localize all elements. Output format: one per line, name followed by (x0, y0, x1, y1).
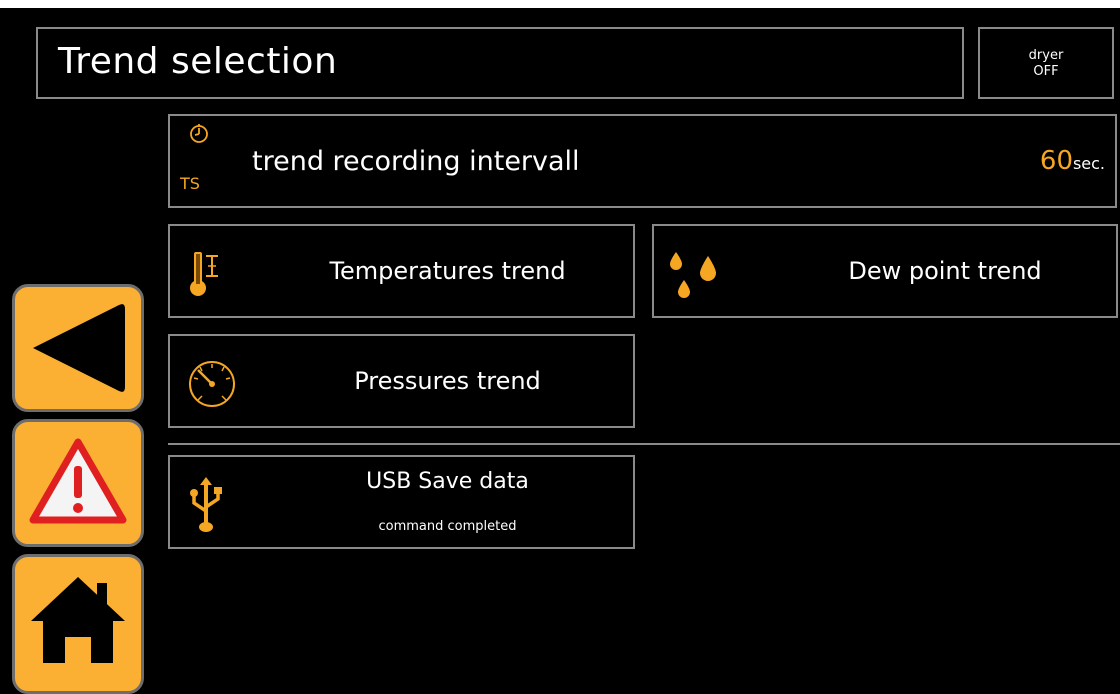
interval-unit: sec. (1072, 154, 1105, 173)
gauge-icon (189, 361, 235, 407)
pressures-trend-label: Pressures trend (354, 367, 541, 395)
interval-value[interactable]: 60 (1040, 146, 1073, 176)
page-title: Trend selection (58, 41, 338, 82)
ts-label: TS (180, 174, 200, 193)
usb-save-data-label: USB Save data (366, 469, 529, 494)
dew-point-trend-button[interactable]: Dew point trend (652, 224, 1118, 318)
dryer-status-label: dryer (1028, 48, 1064, 63)
usb-save-data-button[interactable]: USB Save data command completed (168, 455, 635, 549)
temperatures-trend-button[interactable]: Temperatures trend (168, 224, 635, 318)
home-icon (31, 577, 125, 663)
temperatures-trend-label: Temperatures trend (329, 257, 566, 285)
interval-label: trend recording intervall (252, 146, 580, 177)
thermometer-icon (190, 252, 218, 296)
alarm-button[interactable] (12, 419, 144, 547)
title-bar: Trend selection (36, 27, 964, 99)
water-drops-icon (670, 252, 716, 298)
warning-icon (29, 438, 127, 524)
home-button[interactable] (12, 554, 144, 694)
timer-icon (190, 124, 208, 143)
section-divider (168, 443, 1120, 445)
trend-interval-setting[interactable]: TS trend recording intervall 60 sec. (168, 114, 1117, 208)
usb-save-status: command completed (378, 519, 517, 534)
back-arrow-icon (33, 304, 125, 392)
dew-point-trend-label: Dew point trend (848, 257, 1042, 285)
usb-icon (190, 477, 222, 532)
dryer-status-indicator: dryer OFF (978, 27, 1114, 99)
pressures-trend-button[interactable]: Pressures trend (168, 334, 635, 428)
dryer-status-value: OFF (1033, 64, 1059, 79)
back-button[interactable] (12, 284, 144, 412)
top-strip (0, 0, 1120, 8)
